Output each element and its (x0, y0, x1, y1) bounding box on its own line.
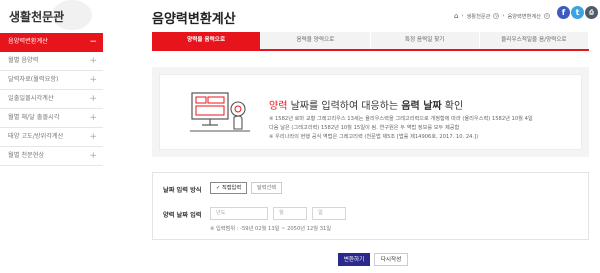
twitter-icon[interactable]: t (571, 6, 584, 19)
breadcrumb-separator: › (461, 13, 464, 19)
headline-highlight: 양력 (269, 101, 288, 112)
sidebar-item-astronomical-events[interactable]: 월별 천문현상 + (0, 147, 103, 166)
sidebar-item-sunrise-sunset[interactable]: 일출일몰시각계산 + (0, 90, 103, 109)
page: 생활천문관 음양력변환계산 − 월별 음양력 + 달력자료(월력요항) + 일출… (0, 0, 600, 273)
breadcrumb: ⌂ › 생활천문관 v › 음양력변환계산 v (454, 12, 550, 20)
expand-icon[interactable]: + (89, 128, 97, 146)
input-method-label: 날짜 입력 방식 (163, 187, 202, 194)
sidebar-item-monthly-sun-moon[interactable]: 월별 해/달 출몰시각 + (0, 109, 103, 128)
convert-button[interactable]: 변환하기 (338, 253, 370, 266)
info-note: ※ 1582년 로마 교황 그레고리우스 13세는 율리우스력을 그레고리력으로… (269, 116, 533, 122)
month-input[interactable]: 월 (273, 207, 307, 220)
expand-icon[interactable]: + (89, 147, 97, 165)
print-icon[interactable]: ⎙ (585, 6, 598, 19)
sidebar-title: 생활천문관 (9, 10, 65, 24)
direct-input-option[interactable]: ✓ 직접입력 (210, 182, 248, 194)
input-range-note: ※ 입력범위 : -59년 02월 13일 ~ 2050년 12월 31일 (210, 226, 332, 232)
info-panel-inner: 양력 날짜를 입력하여 대응하는 음력 날짜 확인 ※ 1582년 로마 교황 … (159, 74, 582, 150)
home-icon[interactable]: ⌂ (454, 12, 458, 20)
expand-icon[interactable]: + (89, 71, 97, 89)
dropdown-icon[interactable]: v (493, 13, 500, 19)
tab-lunar-to-solar[interactable]: 음력을 양력으로 (261, 32, 371, 49)
calendar-select-option[interactable]: 달력선택 (251, 182, 283, 194)
sidebar-menu: 음양력변환계산 − 월별 음양력 + 달력자료(월력요항) + 일출일몰시각계산… (0, 33, 103, 166)
page-title: 음양력변환계산 (152, 12, 236, 27)
tab-julian-day[interactable]: 율리우스적일을 음/양력으로 (479, 32, 589, 49)
sidebar-item-lunar-solar-conversion[interactable]: 음양력변환계산 − (0, 33, 103, 52)
sidebar-item-label: 월별 음양력 (8, 57, 39, 64)
sidebar-item-label: 월별 해/달 출몰시각 (8, 114, 60, 121)
expand-icon[interactable]: + (89, 109, 97, 127)
headline-end: 확인 (441, 101, 464, 112)
breadcrumb-level2[interactable]: 음양력변환계산 (507, 13, 540, 20)
solar-date-label: 양력 날짜 입력 (163, 212, 202, 219)
sidebar-item-monthly-calendar[interactable]: 월별 음양력 + (0, 52, 103, 71)
headline-bold: 음력 날짜 (401, 101, 442, 112)
expand-icon[interactable]: + (89, 90, 97, 108)
sidebar-item-label: 태양 고도/방위각계산 (8, 133, 64, 140)
facebook-icon[interactable]: f (557, 6, 570, 19)
sidebar: 생활천문관 음양력변환계산 − 월별 음양력 + 달력자료(월력요항) + 일출… (0, 0, 103, 273)
expand-icon[interactable]: + (89, 52, 97, 70)
sidebar-item-label: 일출일몰시각계산 (8, 95, 54, 102)
sidebar-item-label: 월별 천문현상 (8, 152, 45, 159)
sidebar-item-label: 달력자료(월력요항) (8, 76, 59, 83)
info-headline: 양력 날짜를 입력하여 대응하는 음력 날짜 확인 (269, 97, 463, 112)
info-panel: 양력 날짜를 입력하여 대응하는 음력 날짜 확인 ※ 1582년 로마 교황 … (152, 67, 589, 157)
breadcrumb-level1[interactable]: 생활천문관 (467, 13, 491, 20)
reset-button[interactable]: 다시작성 (374, 253, 408, 266)
tab-find-lunar-date[interactable]: 특정 음력일 찾기 (370, 32, 480, 49)
breadcrumb-separator: › (502, 13, 505, 19)
headline-text: 날짜를 입력하여 대응하는 (287, 101, 402, 112)
collapse-icon[interactable]: − (89, 33, 97, 51)
year-input[interactable]: 년도 (210, 207, 268, 220)
sidebar-item-label: 음양력변환계산 (8, 38, 48, 45)
date-input-form: 날짜 입력 방식 ✓ 직접입력 달력선택 양력 날짜 입력 년도 월 일 ※ 입… (152, 172, 589, 240)
tab-solar-to-lunar[interactable]: 양력을 음력으로 (152, 32, 262, 49)
sidebar-item-calendar-data[interactable]: 달력자료(월력요항) + (0, 71, 103, 90)
conversion-tabs: 양력을 음력으로 음력을 양력으로 특정 음력일 찾기 율리우스적일을 음/양력… (152, 32, 589, 51)
info-note: ※ 우리나라의 현행 공식 역법은 그레고리력 (천문법 제5조 [법률 제14… (269, 134, 479, 140)
dropdown-icon[interactable]: v (543, 13, 550, 19)
computer-illustration-icon (190, 92, 250, 132)
share-buttons: f t ⎙ (556, 6, 598, 19)
info-note: 다음 날은 (그레고리력) 1582년 10월 15일이 됨. 연구원은 두 역… (269, 125, 460, 131)
sidebar-item-solar-altitude[interactable]: 태양 고도/방위각계산 + (0, 128, 103, 147)
day-input[interactable]: 일 (312, 207, 346, 220)
